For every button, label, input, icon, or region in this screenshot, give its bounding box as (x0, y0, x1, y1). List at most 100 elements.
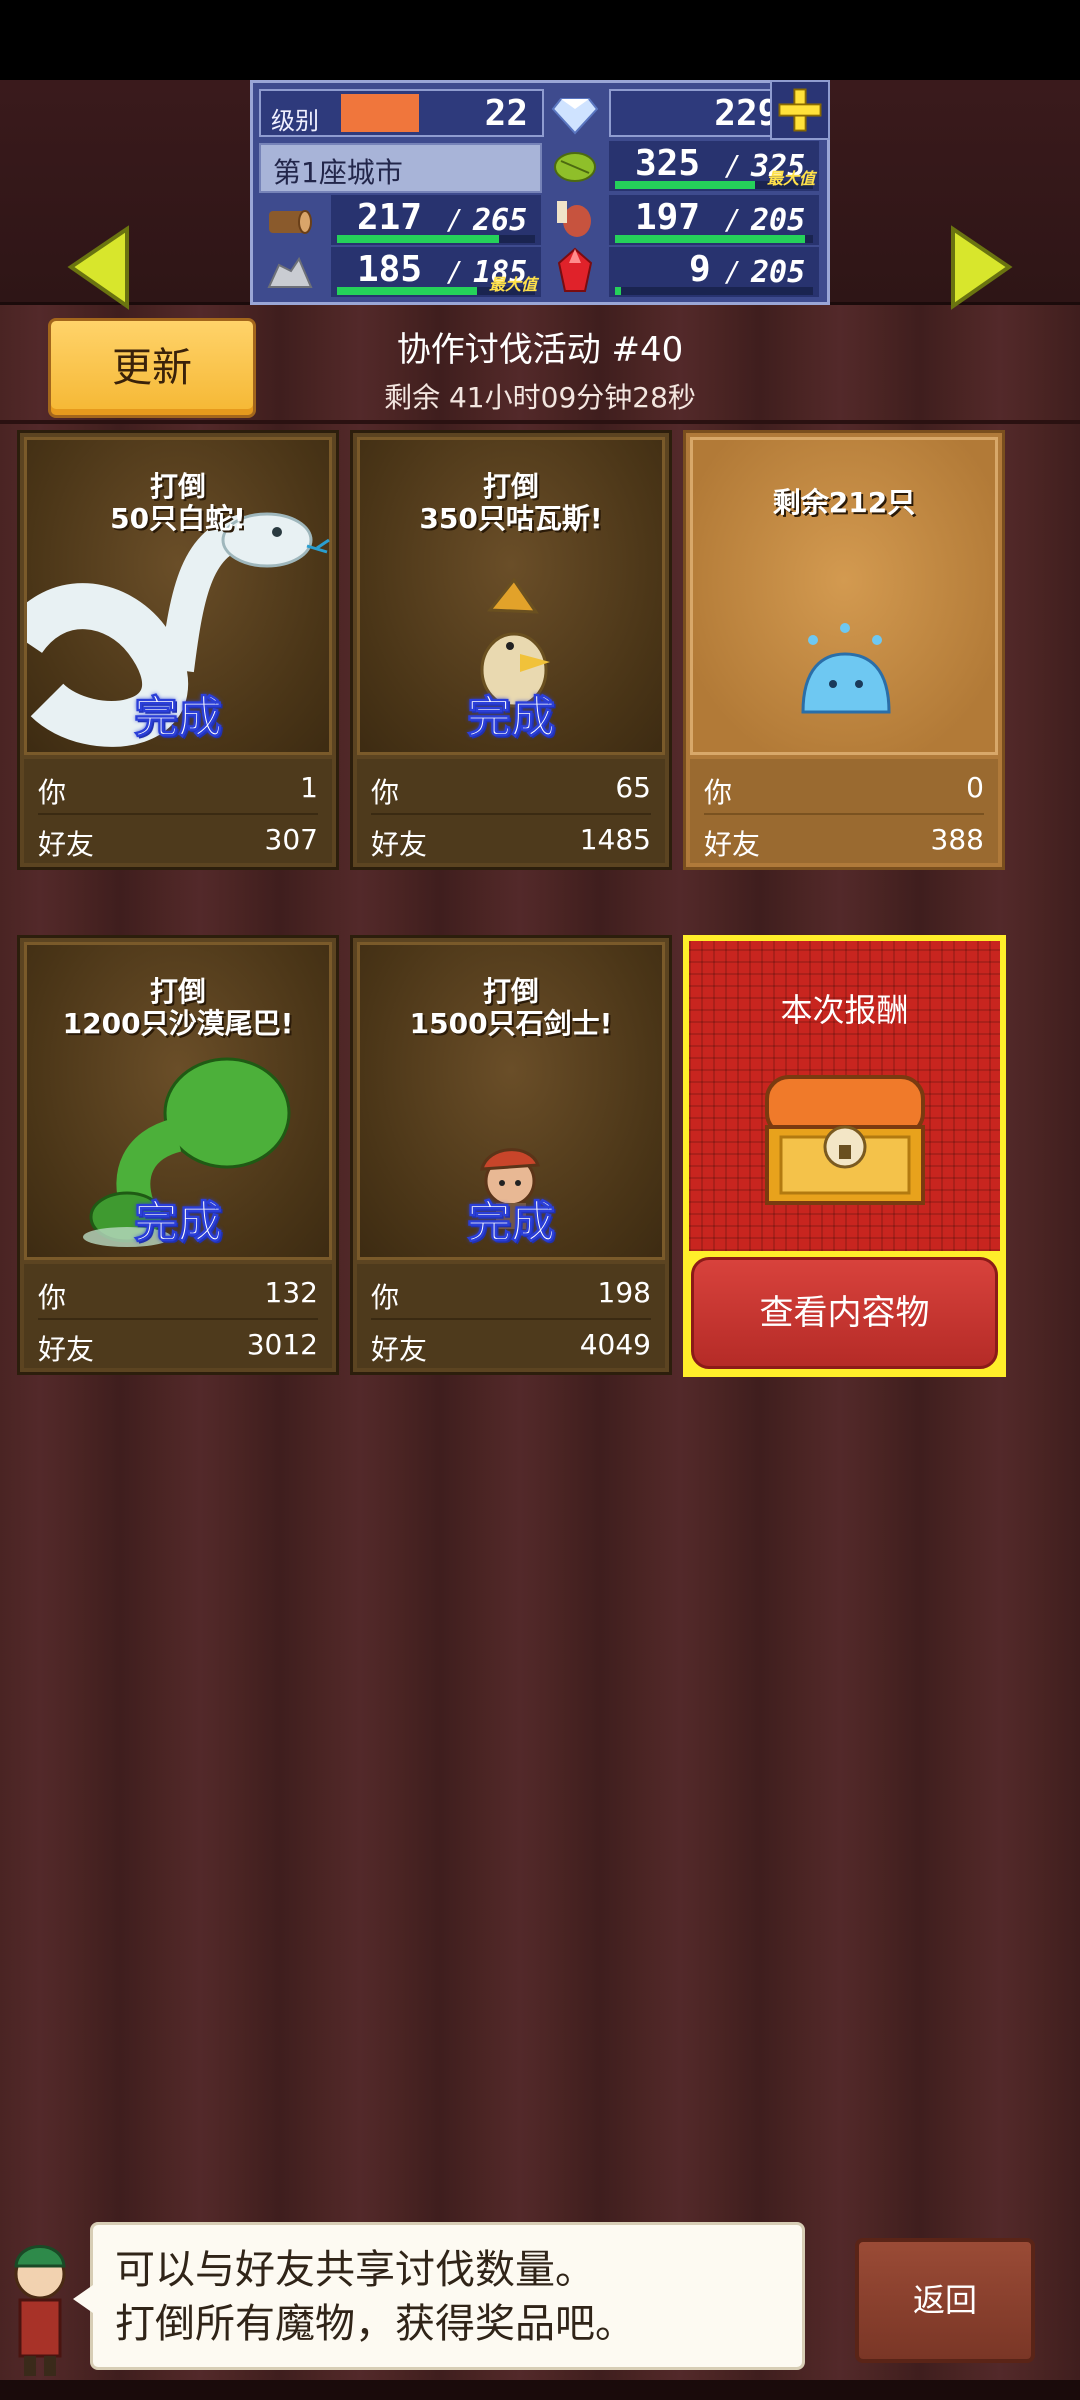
wood-slash: / (449, 203, 459, 236)
meat-max: 205 (751, 203, 806, 238)
plus-icon (778, 88, 822, 132)
goal-line2: 350只咕瓦斯! (419, 502, 603, 535)
npc-character-icon (14, 2245, 66, 2376)
goal-line2: 50只白蛇! (110, 502, 246, 535)
stone-icon (265, 247, 313, 295)
card-goal: 打倒 50只白蛇! (20, 471, 336, 535)
friends-value: 388 (930, 823, 984, 856)
friends-row: 好友 1485 (371, 819, 651, 861)
stone-max-label: 最大值 (488, 275, 537, 294)
header-divider (0, 420, 1080, 424)
crystal-bar (615, 287, 621, 295)
quest-card-slime[interactable]: 剩余212只 你0 好友 388 (683, 430, 1005, 870)
you-row: 你 132 (38, 1272, 318, 1314)
goal-line1: 打倒 (482, 470, 539, 503)
friends-row: 好友 307 (38, 819, 318, 861)
level-value: 22 (484, 93, 528, 134)
crop-slash: / (727, 149, 737, 182)
quest-card-stone-swordsman[interactable]: 打倒 1500只石剑士! 完成 你 198 好友 4049 (350, 935, 672, 1375)
you-label: 你 (371, 1281, 400, 1314)
wood-resource: 217 / 265 (331, 195, 541, 245)
status-bar (0, 0, 1080, 80)
level-box: 级别 22 (259, 89, 544, 137)
friends-label: 好友 (38, 1333, 95, 1366)
add-gems-button[interactable] (770, 80, 830, 140)
wood-current: 217 (357, 197, 423, 238)
card-goal: 打倒 1200只沙漠尾巴! (20, 976, 336, 1040)
meat-current: 197 (635, 197, 701, 238)
card-goal: 剩余212只 (686, 487, 1002, 519)
goal-line1: 打倒 (149, 975, 206, 1008)
stone-bar (337, 287, 477, 295)
reward-panel: 本次报酬 (689, 941, 1000, 1251)
crop-max-label: 最大值 (766, 169, 815, 188)
level-progress-bar (341, 94, 419, 132)
goal-line1: 打倒 (149, 470, 206, 503)
card-stats: 你 198 好友 4049 (357, 1264, 665, 1368)
row-divider (371, 813, 651, 815)
row-divider (38, 1318, 318, 1320)
friends-label: 好友 (704, 828, 761, 861)
wood-max: 265 (473, 203, 528, 238)
row-divider (371, 1318, 651, 1320)
card-stats: 你0 好友 388 (690, 759, 998, 863)
diamond-icon (551, 89, 599, 137)
card-status-done: 完成 (134, 692, 223, 744)
goal-line2: 1200只沙漠尾巴! (62, 1007, 294, 1040)
wood-bar (337, 235, 499, 243)
friends-label: 好友 (38, 828, 95, 861)
meat-resource: 197 / 205 (609, 195, 819, 245)
city-name: 第1座城市 (273, 156, 403, 189)
crystal-bar-track (615, 287, 813, 295)
you-value: 0 (966, 771, 984, 804)
you-row: 你1 (38, 767, 318, 809)
goal-line1: 打倒 (482, 975, 539, 1008)
row-divider (38, 813, 318, 815)
npc-guide-avatar (0, 2230, 80, 2380)
treasure-chest-icon (765, 1075, 925, 1205)
guide-dialog: 可以与好友共享讨伐数量。 打倒所有魔物，获得奖品吧。 (73, 2222, 805, 2370)
back-button[interactable]: 返回 (855, 2238, 1035, 2363)
card-goal: 打倒 350只咕瓦斯! (353, 471, 669, 535)
reward-card: 本次报酬 查看内容物 (683, 935, 1006, 1377)
card-status-done: 完成 (467, 692, 556, 744)
friends-value: 307 (264, 823, 318, 856)
bottom-edge (0, 2380, 1080, 2400)
you-value: 65 (615, 771, 651, 804)
meat-bar (615, 235, 805, 243)
friends-value: 1485 (579, 823, 651, 856)
goal-line2: 1500只石剑士! (409, 1007, 613, 1040)
refresh-button[interactable]: 更新 (48, 318, 256, 418)
friends-label: 好友 (371, 1333, 428, 1366)
quest-card-desert-tail[interactable]: 打倒 1200只沙漠尾巴! 完成 你 132 好友 3012 (17, 935, 339, 1375)
row-divider (704, 813, 984, 815)
crystal-resource: 9 / 205 (609, 247, 819, 297)
crop-resource: 325 / 325 最大值 (609, 141, 819, 191)
you-label: 你 (371, 776, 400, 809)
card-stats: 你 132 好友 3012 (24, 1264, 332, 1368)
view-contents-button[interactable]: 查看内容物 (691, 1257, 998, 1369)
wood-icon (265, 197, 313, 245)
you-row: 你 65 (371, 767, 651, 809)
level-label: 级别 (271, 107, 319, 135)
crystal-max: 205 (751, 255, 806, 290)
you-row: 你 198 (371, 1272, 651, 1314)
dialog-line1: 可以与好友共享讨伐数量。 (115, 2247, 595, 2293)
dialog-tail (73, 2285, 93, 2313)
friends-value: 3012 (246, 1328, 318, 1361)
you-value: 198 (597, 1276, 651, 1309)
quest-card-guwasi[interactable]: 打倒 350只咕瓦斯! 完成 你 65 好友 1485 (350, 430, 672, 870)
friends-value: 4049 (579, 1328, 651, 1361)
card-art (690, 437, 998, 755)
quest-card-white-snake[interactable]: 打倒 50只白蛇! 完成 你1 好友 307 (3, 430, 339, 870)
you-row: 你0 (704, 767, 984, 809)
crop-current: 325 (635, 143, 701, 184)
meat-slash: / (727, 203, 737, 236)
card-status-done: 完成 (134, 1197, 223, 1249)
city-name-box: 第1座城市 (259, 143, 542, 193)
you-label: 你 (704, 776, 733, 809)
friends-row: 好友 3012 (38, 1324, 318, 1366)
prev-city-arrow-icon[interactable] (65, 225, 135, 310)
you-value: 132 (264, 1276, 318, 1309)
next-city-arrow-icon[interactable] (945, 225, 1015, 310)
